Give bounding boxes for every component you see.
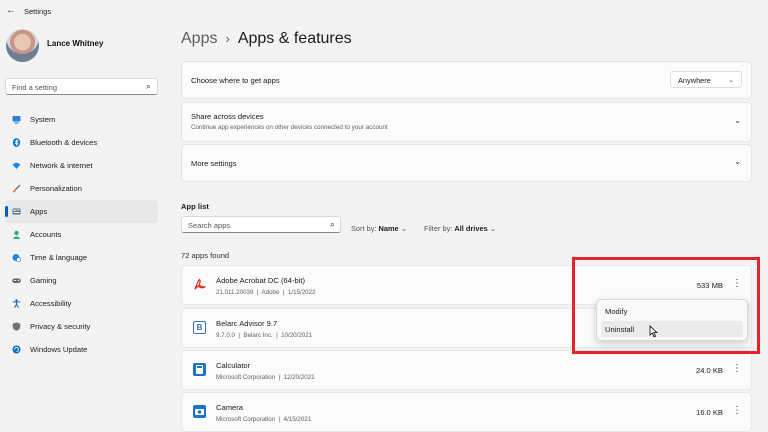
annotation-highlight-box (572, 257, 760, 354)
chevron-down-icon: ⌄ (400, 224, 407, 233)
search-apps-input[interactable]: Search apps ⌕ (181, 216, 341, 233)
app-details: 21.011.20039 | Adobe | 1/15/2022 (216, 289, 316, 296)
app-details: Microsoft Corporation | 12/20/2021 (216, 374, 315, 381)
chevron-down-icon: ⌄ (734, 116, 741, 125)
breadcrumb-apps-link[interactable]: Apps (181, 30, 217, 47)
app-details: Microsoft Corporation | 4/15/2021 (216, 416, 312, 423)
sidebar-item-label: System (30, 115, 56, 124)
share-across-devices-card[interactable]: Share across devices Continue app experi… (181, 102, 752, 142)
app-name: Belarc Advisor 9.7 (216, 319, 278, 328)
filter-label: Filter by: (424, 224, 453, 233)
chevron-down-icon: ⌄ (728, 77, 734, 84)
sidebar-item-windows-update[interactable]: Windows Update (5, 338, 158, 361)
more-settings-card[interactable]: More settings ⌄ (181, 144, 752, 182)
user-name: Lance Whitney (47, 39, 104, 48)
sidebar-item-label: Personalization (30, 184, 82, 193)
acrobat-icon (193, 278, 207, 291)
sidebar-item-label: Time & language (30, 253, 88, 262)
app-list-heading: App list (181, 202, 209, 211)
search-icon: ⌕ (329, 219, 335, 229)
page-title: Apps & features (237, 30, 352, 47)
camera-icon (193, 405, 206, 418)
search-icon: ⌕ (145, 81, 151, 91)
app-size: 24.0 KB (695, 366, 723, 375)
monitor-icon (12, 115, 21, 124)
sidebar-item-time-language[interactable]: Time & language (5, 246, 158, 269)
chevron-down-icon: ⌄ (734, 157, 741, 166)
sidebar-nav: System Bluetooth & devices Network & int… (5, 108, 158, 361)
wifi-icon (12, 161, 21, 170)
sidebar-item-privacy[interactable]: Privacy & security (5, 315, 158, 338)
sidebar-item-label: Bluetooth & devices (30, 138, 98, 147)
share-subtitle: Continue app experiences on other device… (191, 124, 388, 131)
person-icon (12, 230, 21, 239)
search-placeholder: Find a setting (12, 83, 58, 92)
dropdown-value: Anywhere (678, 76, 711, 85)
choose-where-title: Choose where to get apps (191, 76, 280, 85)
sidebar-item-label: Windows Update (30, 345, 88, 354)
sort-label: Sort by: (351, 224, 377, 233)
globe-clock-icon (12, 253, 22, 263)
more-settings-title: More settings (191, 159, 237, 168)
app-name: Calculator (216, 361, 251, 370)
share-title: Share across devices (191, 112, 264, 121)
sidebar-item-label: Privacy & security (30, 322, 91, 331)
sidebar-item-label: Accessibility (30, 299, 72, 308)
user-profile[interactable]: Lance Whitney (6, 29, 176, 63)
sidebar-item-label: Gaming (30, 276, 57, 285)
gamepad-icon (12, 276, 21, 285)
app-size: 16.0 KB (695, 408, 723, 417)
settings-search-input[interactable]: Find a setting ⌕ (5, 78, 158, 95)
app-name: Camera (216, 403, 244, 412)
breadcrumb: Apps › Apps & features (181, 30, 352, 48)
apps-icon (12, 207, 21, 216)
calculator-icon (193, 363, 206, 376)
belarc-icon: B (193, 321, 206, 334)
app-row-camera[interactable]: Camera Microsoft Corporation | 4/15/2021… (181, 392, 752, 432)
sidebar-item-label: Apps (30, 207, 48, 216)
back-arrow-icon[interactable]: ← (6, 5, 16, 16)
more-options-icon[interactable]: ⋮ (732, 405, 742, 416)
more-options-icon[interactable]: ⋮ (732, 363, 742, 374)
sidebar-item-network[interactable]: Network & internet (5, 154, 158, 177)
update-icon (12, 345, 21, 354)
shield-icon (12, 322, 21, 331)
brush-icon (12, 184, 21, 193)
sidebar-item-apps[interactable]: Apps (5, 200, 158, 223)
sidebar-item-label: Accounts (30, 230, 62, 239)
app-row-calculator[interactable]: Calculator Microsoft Corporation | 12/20… (181, 350, 752, 390)
filter-value: All drives (454, 224, 488, 233)
sidebar-item-system[interactable]: System (5, 108, 158, 131)
sidebar-item-accounts[interactable]: Accounts (5, 223, 158, 246)
window-title: Settings (24, 7, 52, 16)
avatar (6, 29, 39, 62)
sort-value: Name (378, 224, 399, 233)
app-name: Adobe Acrobat DC (64-bit) (216, 276, 306, 285)
sidebar-item-label: Network & internet (30, 161, 93, 170)
app-details: 9.7.0.0 | Belarc Inc. | 10/20/2021 (216, 332, 313, 339)
breadcrumb-separator: › (225, 31, 230, 46)
sidebar-item-personalization[interactable]: Personalization (5, 177, 158, 200)
choose-where-card: Choose where to get apps (181, 61, 752, 99)
active-indicator (5, 206, 8, 217)
get-apps-dropdown[interactable]: Anywhere ⌄ (670, 71, 742, 88)
chevron-down-icon: ⌄ (489, 224, 496, 233)
filter-by-dropdown[interactable]: Filter by: All drives ⌄ (424, 224, 496, 233)
search-apps-placeholder: Search apps (188, 221, 231, 230)
sidebar-item-accessibility[interactable]: Accessibility (5, 292, 158, 315)
apps-found-count: 72 apps found (181, 251, 230, 260)
bluetooth-icon (12, 138, 21, 147)
sidebar-item-gaming[interactable]: Gaming (5, 269, 158, 292)
accessibility-icon (12, 299, 21, 308)
sidebar-item-bluetooth[interactable]: Bluetooth & devices (5, 131, 158, 154)
sort-by-dropdown[interactable]: Sort by: Name ⌄ (351, 224, 407, 233)
title-bar: ← Settings (0, 0, 768, 24)
